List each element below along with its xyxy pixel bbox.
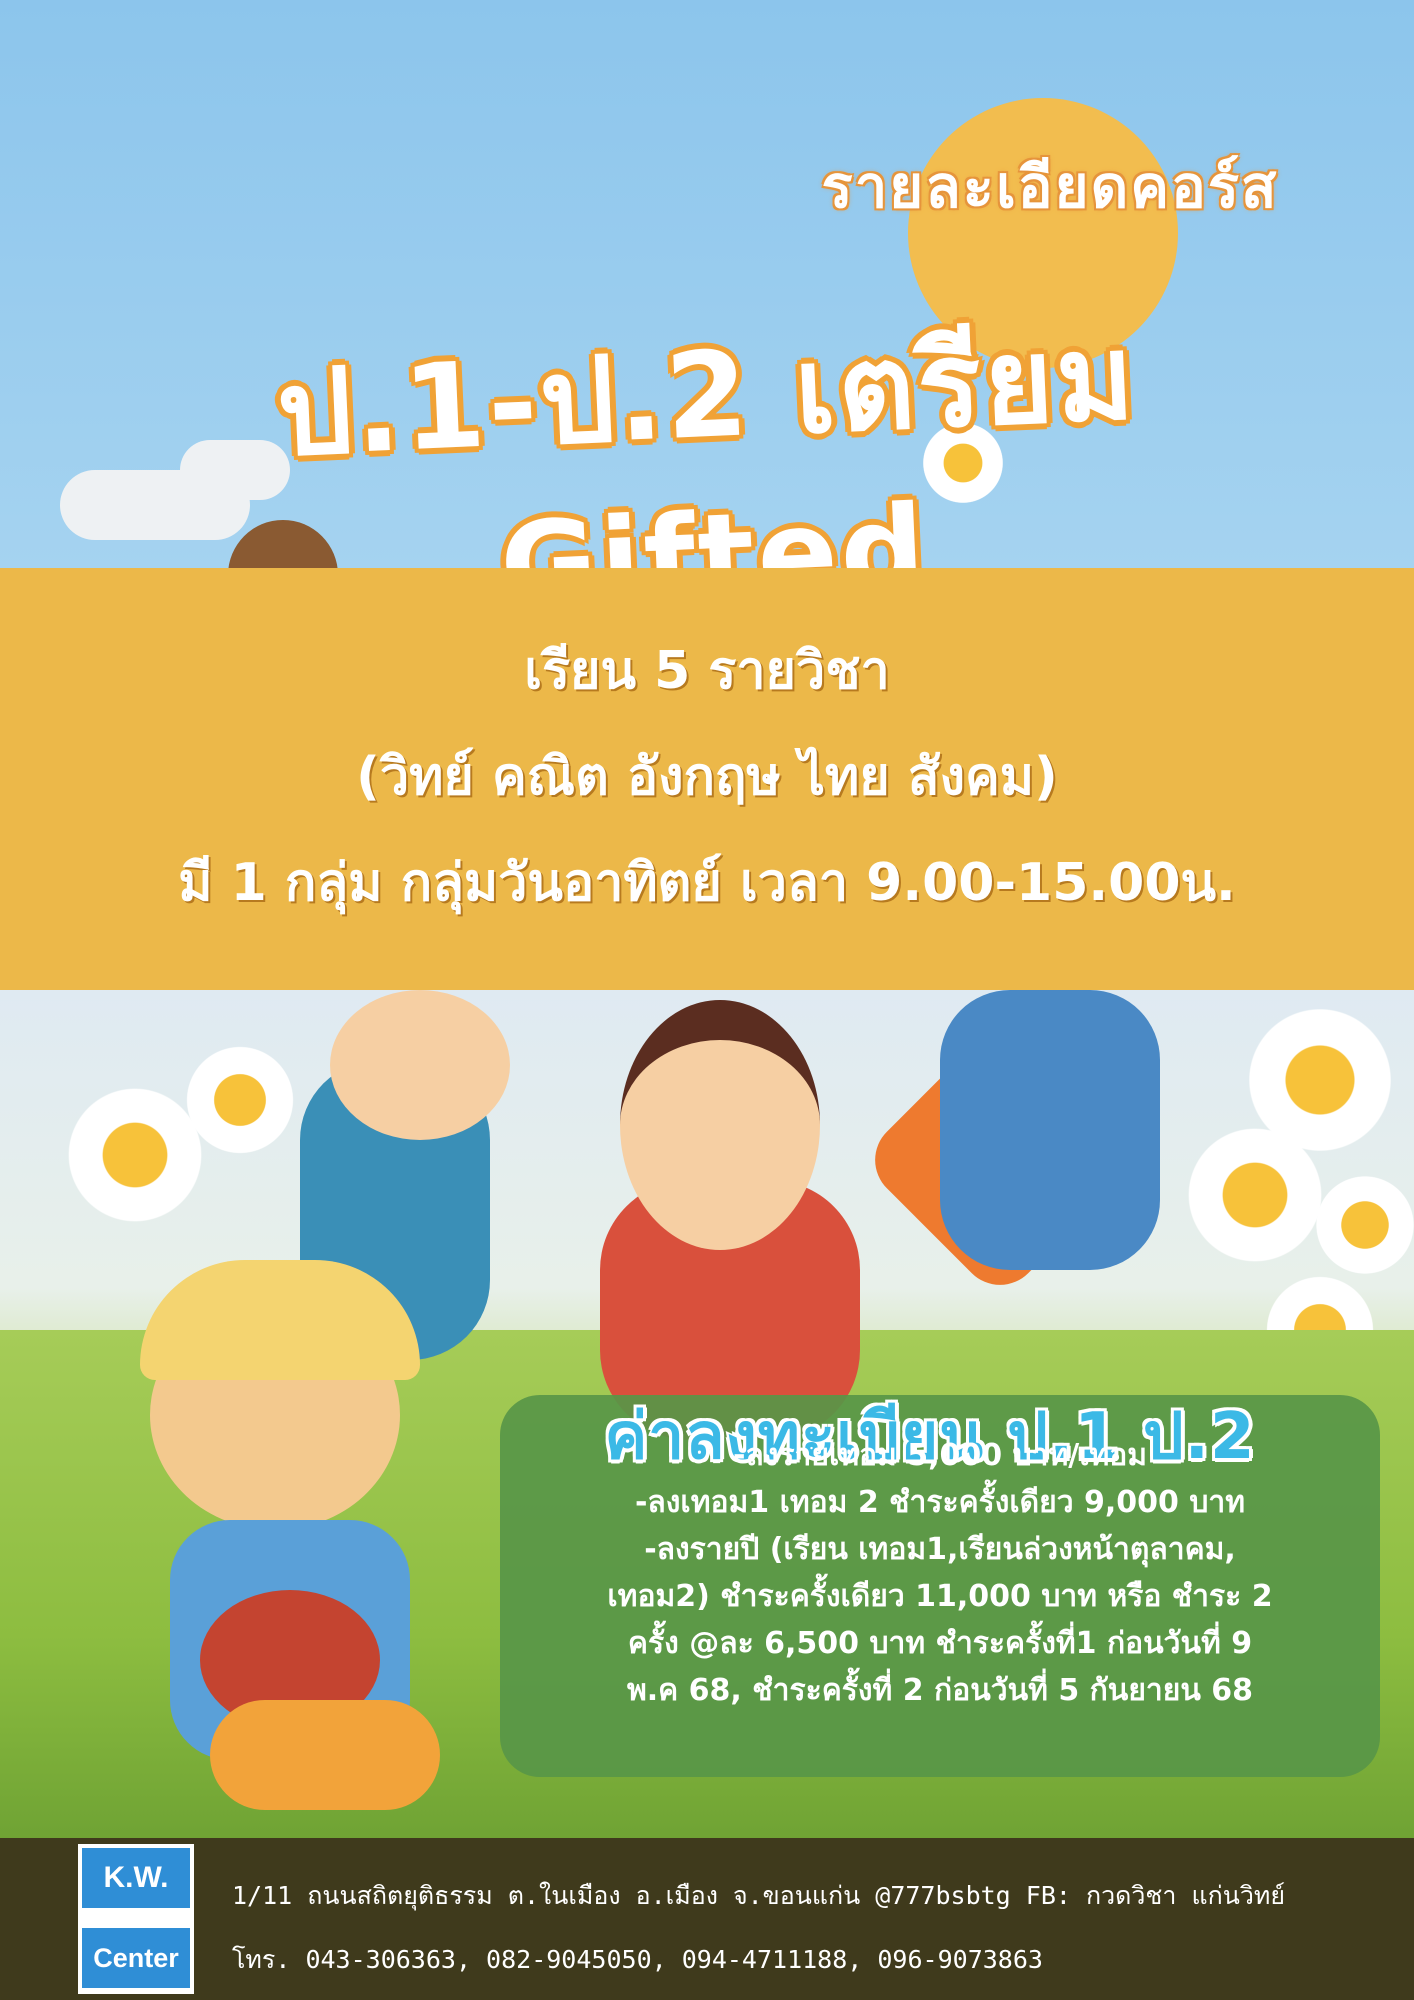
child-illustration xyxy=(620,1000,820,1250)
child-illustration xyxy=(940,990,1160,1270)
daisy-flower xyxy=(180,1040,300,1160)
child-illustration xyxy=(210,1700,440,1810)
registration-line: เทอม2) ชำระครั้งเดียว 11,000 บาท หรือ ชำ… xyxy=(607,1579,1273,1614)
info-schedule: มี 1 กลุ่ม กลุ่มวันอาทิตย์ เวลา 9.00-15.… xyxy=(178,853,1236,913)
info-subjects-list: (วิทย์ คณิต อังกฤษ ไทย สังคม) xyxy=(356,747,1058,807)
footer-address: 1/11 ถนนสถิตยุติธรรม ต.ในเมือง อ.เมือง จ… xyxy=(232,1881,1285,1910)
logo-text-bottom: Center xyxy=(82,1928,190,1988)
course-detail-heading: รายละเอียดคอร์ส xyxy=(821,153,1279,221)
daisy-flower xyxy=(1180,1120,1330,1270)
registration-line: -ลงรายปี (เรียน เทอม1,เรียนล่วงหน้าตุลาค… xyxy=(644,1532,1236,1567)
child-illustration xyxy=(330,990,510,1140)
registration-line: ครั้ง @ละ 6,500 บาท ชำระครั้งที่1 ก่อนวั… xyxy=(627,1626,1253,1661)
registration-details: -ลงรายเทอม 5,000 บาท/เทอม -ลงเทอม1 เทอม … xyxy=(515,1432,1365,1714)
info-subjects-count: เรียน 5 รายวิชา xyxy=(524,641,890,701)
footer-phones: โทร. 043-306363, 082-9045050, 094-471118… xyxy=(232,1945,1043,1974)
registration-line: พ.ค 68, ชำระครั้งที่ 2 ก่อนวันที่ 5 กันย… xyxy=(626,1673,1254,1708)
registration-line: -ลงเทอม1 เทอม 2 ชำระครั้งเดียว 9,000 บาท xyxy=(634,1485,1246,1520)
registration-line: -ลงรายเทอม 5,000 บาท/เทอม xyxy=(732,1438,1148,1473)
logo-text-top: K.W. xyxy=(82,1848,190,1908)
daisy-flower xyxy=(1310,1170,1414,1280)
